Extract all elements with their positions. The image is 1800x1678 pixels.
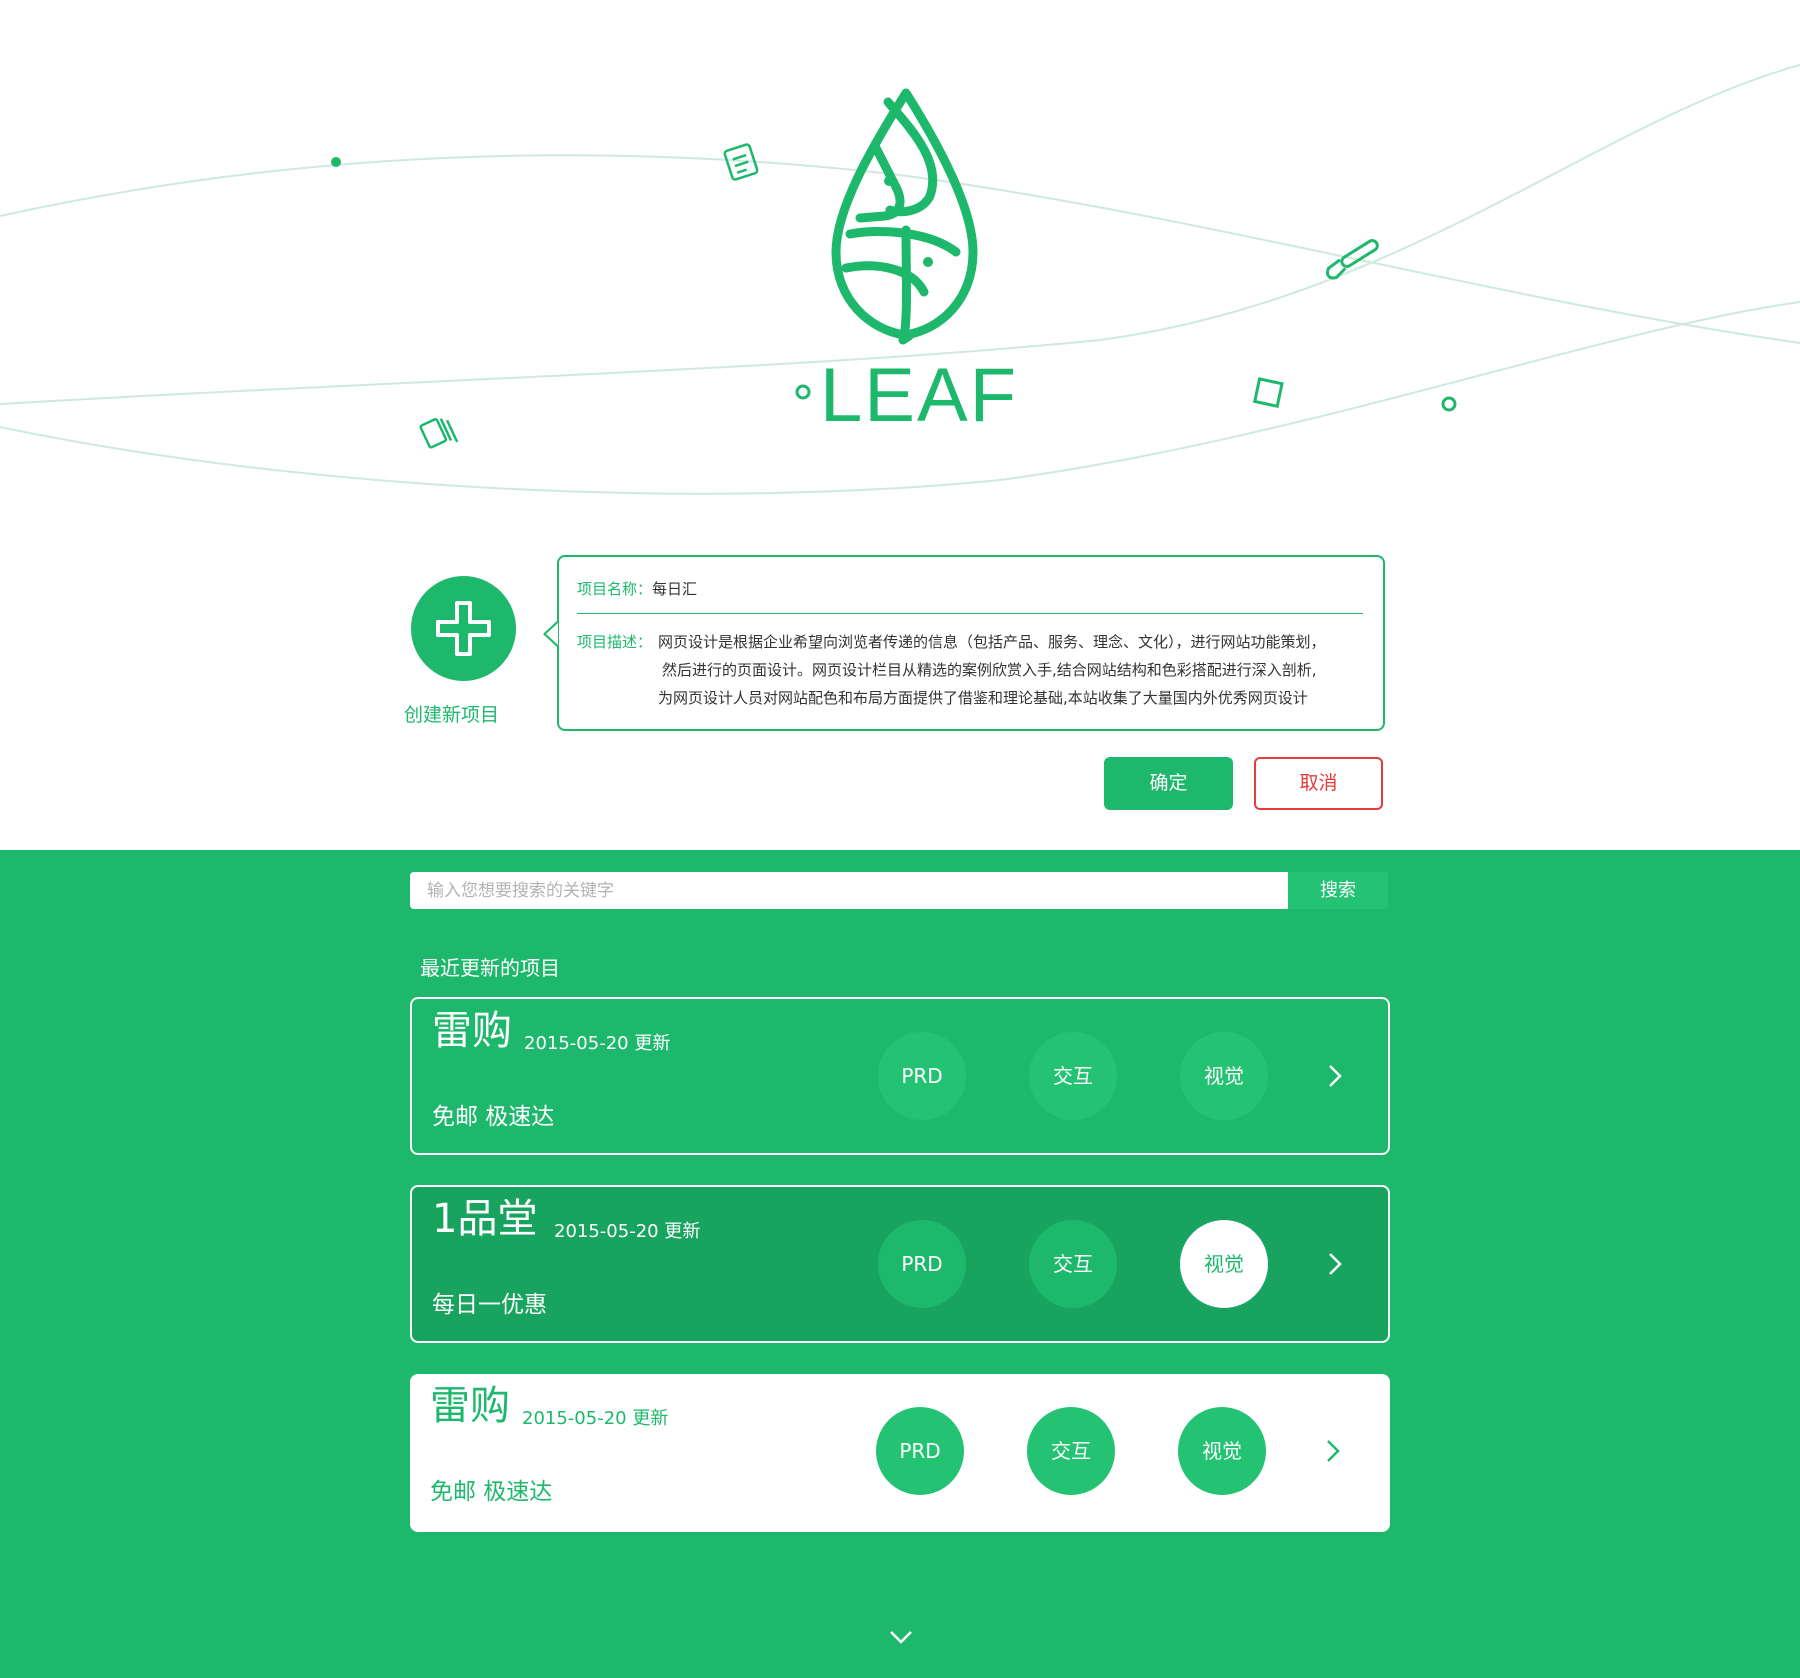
ring-icon	[1441, 396, 1457, 412]
dot-icon	[331, 157, 341, 167]
layers-icon	[419, 417, 459, 449]
chevron-right-icon[interactable]	[1322, 1438, 1344, 1464]
visual-button[interactable]: 视觉	[1180, 1032, 1268, 1120]
prd-button[interactable]: PRD	[878, 1220, 966, 1308]
visual-button[interactable]: 视觉	[1180, 1220, 1268, 1308]
project-card-name: 1品堂	[432, 1196, 538, 1242]
project-card-date: 2015-05-20 更新	[522, 1408, 669, 1429]
project-card-date: 2015-05-20 更新	[554, 1221, 701, 1242]
ring-icon	[795, 384, 811, 400]
leaf-logo-dot	[884, 176, 894, 186]
project-name-value[interactable]: 每日汇	[652, 580, 697, 598]
square-icon	[1252, 377, 1284, 409]
prd-button[interactable]: PRD	[878, 1032, 966, 1120]
project-card-tagline: 每日一优惠	[432, 1292, 547, 1318]
project-card[interactable]: 雷购 2015-05-20 更新 免邮 极速达 PRD 交互 视觉	[410, 1374, 1390, 1532]
project-desc-line[interactable]: 然后进行的页面设计。网页设计栏目从精选的案例欣赏入手,结合网站结构和色彩搭配进行…	[662, 659, 1317, 680]
brand-name: LEAF	[820, 353, 1019, 438]
project-card[interactable]: 1品堂 2015-05-20 更新 每日一优惠 PRD 交互 视觉	[410, 1185, 1390, 1343]
chevron-down-icon[interactable]	[889, 1628, 913, 1646]
search-button[interactable]: 搜索	[1288, 872, 1388, 909]
project-name-row[interactable]: 项目名称：每日汇	[577, 578, 1367, 599]
project-card-tagline: 免邮 极速达	[430, 1479, 553, 1505]
project-card-name: 雷购	[432, 1008, 512, 1054]
chevron-right-icon[interactable]	[1324, 1063, 1346, 1089]
project-desc-line[interactable]: 网页设计是根据企业希望向浏览者传递的信息（包括产品、服务、理念、文化），进行网站…	[658, 631, 1326, 652]
create-project-button[interactable]	[411, 576, 516, 681]
project-desc-label: 项目描述：	[577, 633, 653, 651]
project-name-label: 项目名称：	[577, 580, 653, 598]
recent-projects-title: 最近更新的项目	[420, 956, 560, 980]
project-card[interactable]: 雷购 2015-05-20 更新 免邮 极速达 PRD 交互 视觉	[410, 997, 1390, 1155]
leaf-logo-dot	[923, 257, 933, 267]
interaction-button[interactable]: 交互	[1027, 1407, 1115, 1495]
project-desc-line[interactable]: 为网页设计人员对网站配色和布局方面提供了借鉴和理论基础,本站收集了大量国内外优秀…	[658, 687, 1308, 708]
project-card-date: 2015-05-20 更新	[524, 1033, 671, 1054]
interaction-button[interactable]: 交互	[1029, 1032, 1117, 1120]
create-project-label[interactable]: 创建新项目	[404, 700, 534, 727]
project-card-tagline: 免邮 极速达	[432, 1104, 555, 1130]
leaf-logo-icon	[831, 88, 978, 345]
search-input[interactable]	[410, 872, 1288, 909]
confirm-button[interactable]: 确定	[1104, 757, 1233, 810]
cancel-button[interactable]: 取消	[1254, 757, 1383, 810]
form-divider	[577, 613, 1363, 614]
wave-line	[0, 154, 1800, 344]
prd-button[interactable]: PRD	[876, 1407, 964, 1495]
interaction-button[interactable]: 交互	[1029, 1220, 1117, 1308]
plus-icon	[436, 601, 491, 656]
form-pointer-fill	[546, 623, 558, 645]
chevron-right-icon[interactable]	[1324, 1251, 1346, 1277]
visual-button[interactable]: 视觉	[1178, 1407, 1266, 1495]
paintbrush-icon	[1326, 239, 1379, 280]
project-card-name: 雷购	[430, 1383, 510, 1429]
